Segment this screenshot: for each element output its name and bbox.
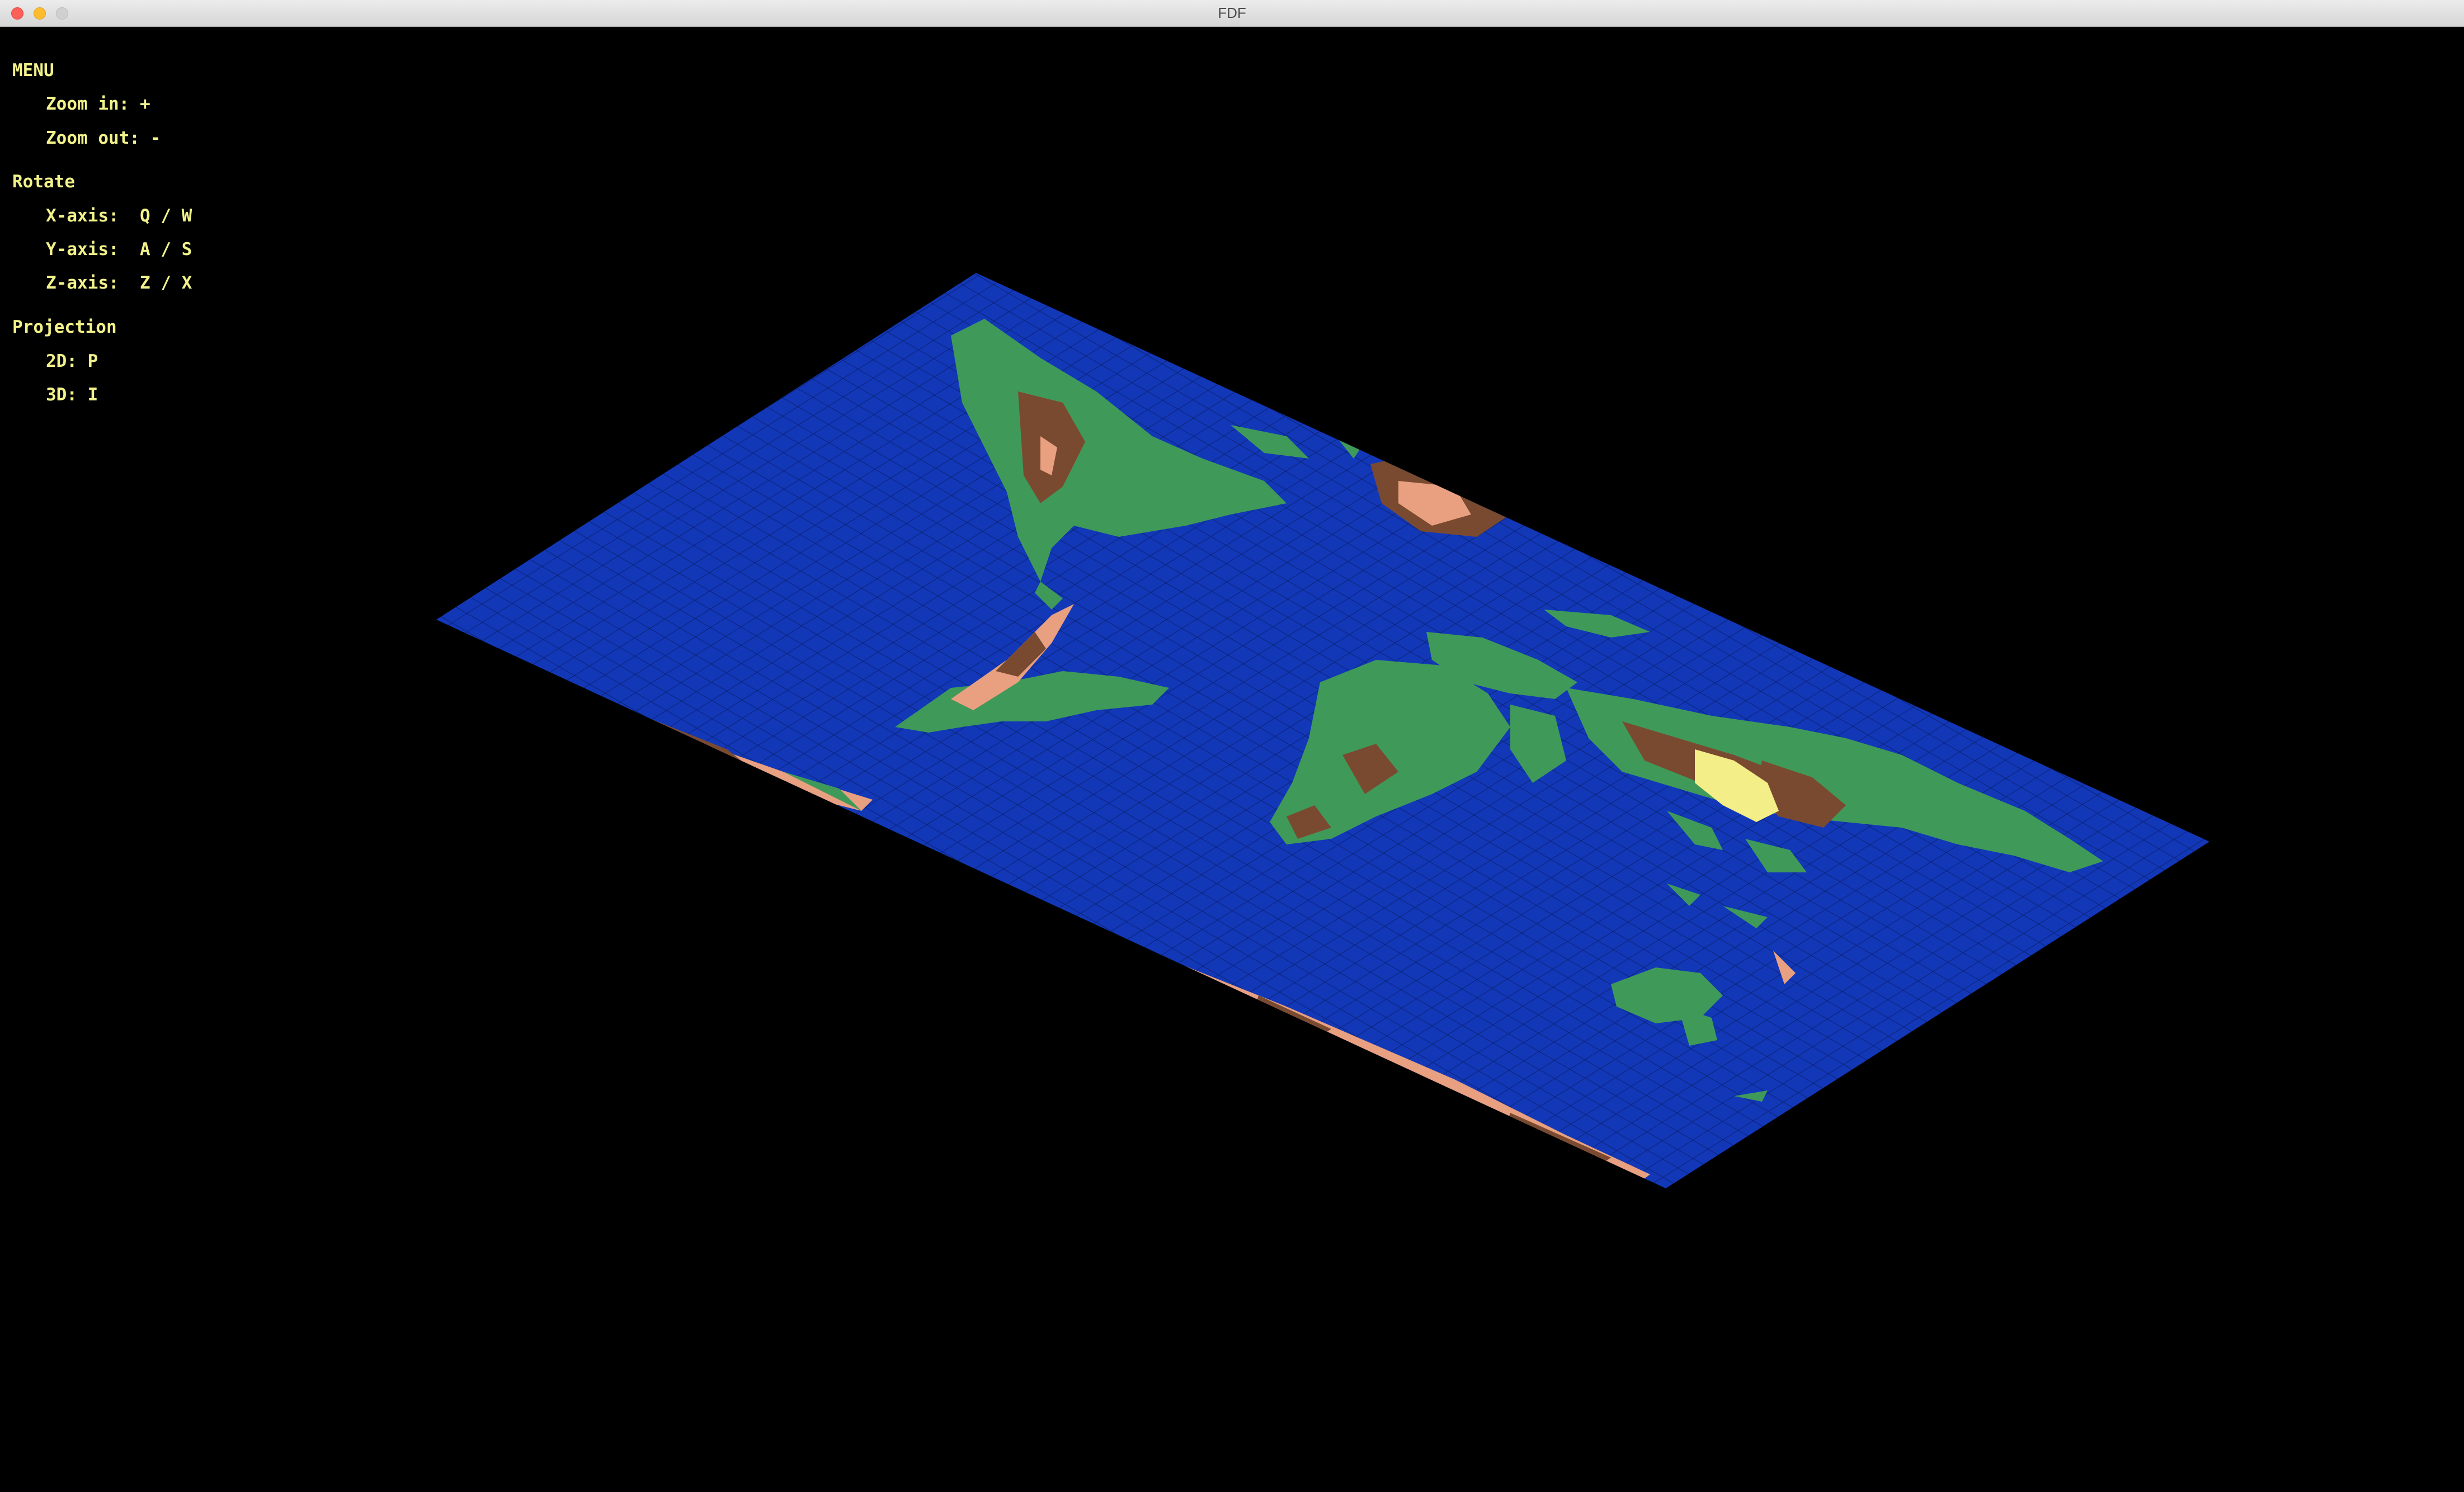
x-axis-hint: X-axis: Q / W: [46, 206, 192, 226]
menu-heading: MENU: [12, 60, 54, 81]
projection-3d-hint: 3D: I: [46, 385, 98, 405]
projection-heading: Projection: [12, 317, 117, 337]
render-canvas[interactable]: MENU Zoom in: + Zoom out: - Rotate X-axi…: [0, 27, 2464, 1492]
y-axis-hint: Y-axis: A / S: [46, 239, 192, 259]
zoom-out-hint: Zoom out: -: [46, 128, 161, 148]
zoom-in-hint: Zoom in: +: [46, 94, 150, 114]
window-title: FDF: [1218, 4, 1246, 21]
z-axis-hint: Z-axis: Z / X: [46, 273, 192, 293]
projection-2d-hint: 2D: P: [46, 351, 98, 371]
rotate-heading: Rotate: [12, 172, 75, 192]
controls-menu: MENU Zoom in: + Zoom out: - Rotate X-axi…: [0, 27, 192, 405]
title-bar[interactable]: FDF: [0, 0, 2464, 27]
app-window: FDF MENU Zoom in: + Zoom out: - Rotate X…: [0, 0, 2464, 1492]
wireframe-map: [436, 273, 2209, 1188]
